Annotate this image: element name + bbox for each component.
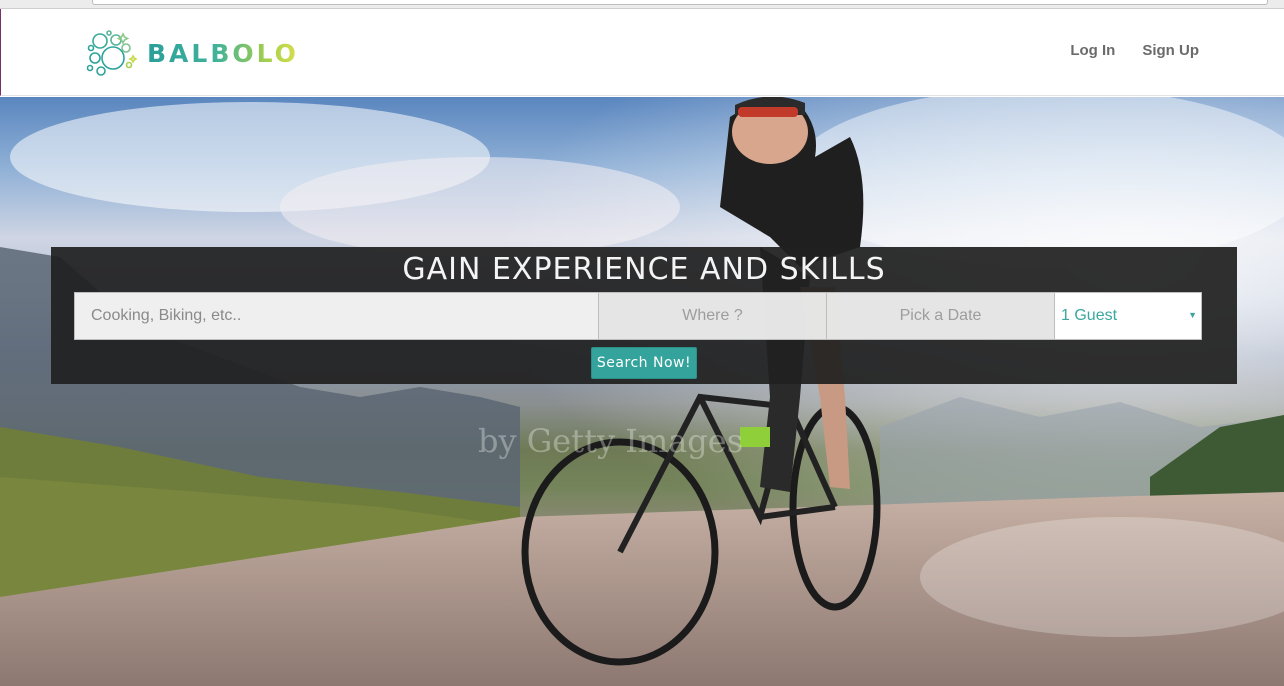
cyclist-background-image	[0, 97, 1284, 686]
hero-banner: by Getty Images GAIN EXPERIENCE AND SKIL…	[0, 97, 1284, 686]
guests-select-value: 1 Guest	[1061, 307, 1118, 324]
brand-name: BALBOLO	[147, 38, 299, 68]
hero-title: GAIN EXPERIENCE AND SKILLS	[402, 252, 886, 287]
signup-link[interactable]: Sign Up	[1142, 42, 1199, 59]
search-now-button[interactable]: Search Now!	[591, 347, 697, 379]
address-bar-edge[interactable]	[92, 0, 1268, 5]
activity-search-input[interactable]	[74, 292, 599, 340]
bubbles-logo-icon	[86, 30, 137, 76]
caret-down-icon: ▼	[1188, 310, 1197, 320]
date-picker-input[interactable]	[826, 292, 1055, 340]
site-header: BALBOLO Log In Sign Up	[0, 9, 1284, 96]
login-link[interactable]: Log In	[1070, 42, 1115, 59]
search-panel: GAIN EXPERIENCE AND SKILLS 1 Guest ▼ Sea…	[51, 247, 1237, 384]
top-nav: Log In Sign Up	[1070, 42, 1199, 59]
location-input[interactable]	[598, 292, 827, 340]
browser-top-bar	[0, 0, 1284, 9]
brand-logo[interactable]: BALBOLO	[83, 28, 299, 78]
guests-select[interactable]: 1 Guest ▼	[1054, 292, 1202, 340]
getty-watermark: by Getty Images	[478, 422, 744, 460]
